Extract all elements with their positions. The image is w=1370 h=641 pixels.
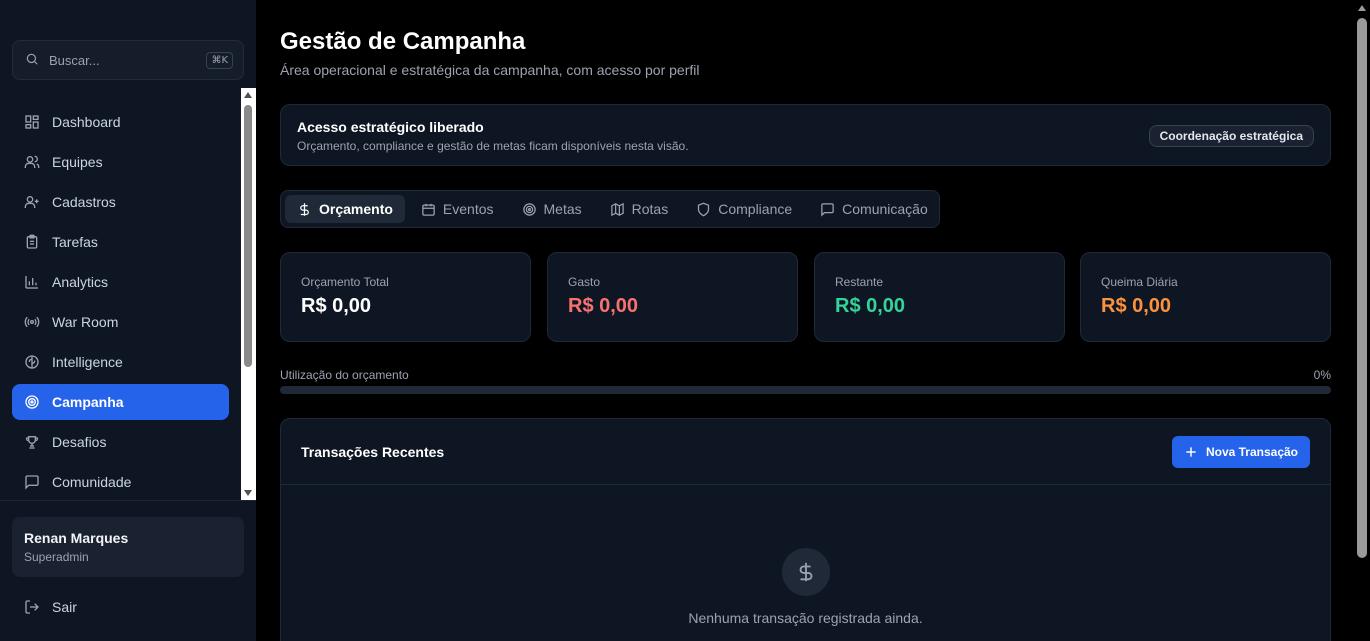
scroll-up-arrow[interactable] bbox=[1358, 5, 1366, 11]
sidebar-item-label: Intelligence bbox=[52, 354, 123, 370]
tab-label: Metas bbox=[543, 201, 582, 217]
tab-orcamento[interactable]: Orçamento bbox=[285, 195, 405, 223]
sidebar-item-desafios[interactable]: Desafios bbox=[12, 424, 229, 460]
sidebar-item-war-room[interactable]: War Room bbox=[12, 304, 229, 340]
shield-icon bbox=[696, 202, 711, 217]
sidebar: Buscar... ⌘K Dashboard Equipes Cadastros… bbox=[0, 0, 256, 641]
sidebar-item-campanha[interactable]: Campanha bbox=[12, 384, 229, 420]
role-badge: Coordenação estratégica bbox=[1148, 125, 1314, 147]
page-scrollbar[interactable] bbox=[1354, 0, 1370, 641]
stat-card-restante: Restante R$ 0,00 bbox=[814, 252, 1065, 342]
user-plus-icon bbox=[24, 194, 40, 210]
sidebar-item-dashboard[interactable]: Dashboard bbox=[12, 104, 229, 140]
dollar-icon bbox=[297, 202, 312, 217]
logout-icon bbox=[24, 599, 40, 615]
sidebar-item-comunidade[interactable]: Comunidade bbox=[12, 464, 229, 500]
stat-label: Orçamento Total bbox=[301, 275, 389, 289]
sidebar-item-label: Equipes bbox=[52, 154, 103, 170]
sidebar-item-label: Desafios bbox=[52, 434, 107, 450]
budget-progress-bar bbox=[280, 386, 1331, 394]
empty-state-text: Nenhuma transação registrada ainda. bbox=[688, 610, 923, 626]
transactions-title: Transações Recentes bbox=[301, 443, 445, 460]
sidebar-item-equipes[interactable]: Equipes bbox=[12, 144, 229, 180]
sidebar-item-label: Cadastros bbox=[52, 194, 116, 210]
layout-dashboard-icon bbox=[24, 114, 40, 130]
stat-label: Gasto bbox=[568, 275, 601, 289]
stat-value: R$ 0,00 bbox=[568, 295, 639, 317]
message-square-icon bbox=[820, 202, 835, 217]
page-title: Gestão de Campanha bbox=[280, 28, 526, 55]
sidebar-scrollbar[interactable] bbox=[241, 88, 256, 500]
tab-eventos[interactable]: Eventos bbox=[409, 195, 506, 223]
sidebar-item-tarefas[interactable]: Tarefas bbox=[12, 224, 229, 260]
bar-chart-icon bbox=[24, 274, 40, 290]
radio-icon bbox=[24, 314, 40, 330]
tab-label: Eventos bbox=[442, 201, 494, 217]
new-transaction-label: Nova Transação bbox=[1205, 444, 1298, 459]
scroll-down-arrow[interactable] bbox=[244, 490, 252, 496]
search-icon bbox=[25, 52, 41, 68]
tab-metas[interactable]: Metas bbox=[510, 195, 594, 223]
message-square-icon bbox=[24, 474, 40, 490]
scroll-thumb[interactable] bbox=[1357, 18, 1367, 558]
scroll-thumb[interactable] bbox=[244, 105, 252, 367]
sidebar-nav: Dashboard Equipes Cadastros Tarefas Anal… bbox=[0, 88, 256, 500]
user-role: Superadmin bbox=[24, 550, 89, 564]
transactions-header: Transações Recentes Nova Transação bbox=[281, 419, 1330, 485]
stat-card-orcamento-total: Orçamento Total R$ 0,00 bbox=[280, 252, 531, 342]
sidebar-item-label: War Room bbox=[52, 314, 119, 330]
sidebar-item-intelligence[interactable]: Intelligence bbox=[12, 344, 229, 380]
budget-utilization-label: Utilização do orçamento bbox=[280, 368, 409, 382]
clipboard-list-icon bbox=[24, 234, 40, 250]
sidebar-item-cadastros[interactable]: Cadastros bbox=[12, 184, 229, 220]
sidebar-item-label: Comunidade bbox=[52, 474, 132, 490]
users-icon bbox=[24, 154, 40, 170]
plus-icon bbox=[1184, 445, 1198, 459]
stat-value: R$ 0,00 bbox=[301, 295, 372, 317]
sidebar-item-analytics[interactable]: Analytics bbox=[12, 264, 229, 300]
tab-label: Compliance bbox=[718, 201, 793, 217]
dollar-icon bbox=[782, 548, 830, 596]
user-name: Renan Marques bbox=[24, 530, 129, 546]
app: Buscar... ⌘K Dashboard Equipes Cadastros… bbox=[0, 0, 1370, 641]
sidebar-item-label: Campanha bbox=[52, 394, 124, 410]
stat-label: Restante bbox=[835, 275, 884, 289]
page-subtitle: Área operacional e estratégica da campan… bbox=[280, 62, 700, 78]
stat-value: R$ 0,00 bbox=[1101, 295, 1172, 317]
sidebar-item-label: Dashboard bbox=[52, 114, 121, 130]
scroll-up-arrow[interactable] bbox=[244, 92, 252, 98]
tab-label: Comunicação bbox=[842, 201, 928, 217]
tab-rotas[interactable]: Rotas bbox=[598, 195, 681, 223]
trophy-icon bbox=[24, 434, 40, 450]
target-icon bbox=[24, 394, 40, 410]
search-input[interactable]: Buscar... ⌘K bbox=[12, 40, 244, 80]
main-content: Gestão de Campanha Área operacional e es… bbox=[256, 0, 1354, 641]
brain-icon bbox=[24, 354, 40, 370]
sidebar-divider bbox=[0, 500, 256, 501]
target-icon bbox=[522, 202, 537, 217]
stat-card-queima-diaria: Queima Diária R$ 0,00 bbox=[1080, 252, 1331, 342]
search-placeholder: Buscar... bbox=[49, 52, 100, 68]
search-shortcut: ⌘K bbox=[206, 51, 233, 69]
map-icon bbox=[610, 202, 625, 217]
transactions-card: Transações Recentes Nova Transação Nenhu… bbox=[280, 418, 1331, 641]
tab-compliance[interactable]: Compliance bbox=[684, 195, 804, 223]
sidebar-item-label: Analytics bbox=[52, 274, 109, 290]
stat-label: Queima Diária bbox=[1101, 275, 1178, 289]
logout-button[interactable]: Sair bbox=[12, 590, 229, 624]
tab-label: Rotas bbox=[631, 201, 669, 217]
access-card: Acesso estratégico liberado Orçamento, c… bbox=[280, 104, 1331, 166]
stat-value: R$ 0,00 bbox=[835, 295, 906, 317]
tab-bar: Orçamento Eventos Metas Rotas Compliance… bbox=[280, 190, 940, 228]
new-transaction-button[interactable]: Nova Transação bbox=[1171, 435, 1310, 468]
sidebar-item-label: Tarefas bbox=[52, 234, 98, 250]
tab-label: Orçamento bbox=[319, 201, 393, 217]
logout-label: Sair bbox=[52, 599, 77, 615]
calendar-icon bbox=[421, 202, 436, 217]
stat-card-gasto: Gasto R$ 0,00 bbox=[547, 252, 798, 342]
user-card[interactable]: Renan Marques Superadmin bbox=[12, 517, 244, 577]
tab-comunicacao[interactable]: Comunicação bbox=[808, 195, 940, 223]
budget-utilization-percent: 0% bbox=[1313, 368, 1331, 382]
